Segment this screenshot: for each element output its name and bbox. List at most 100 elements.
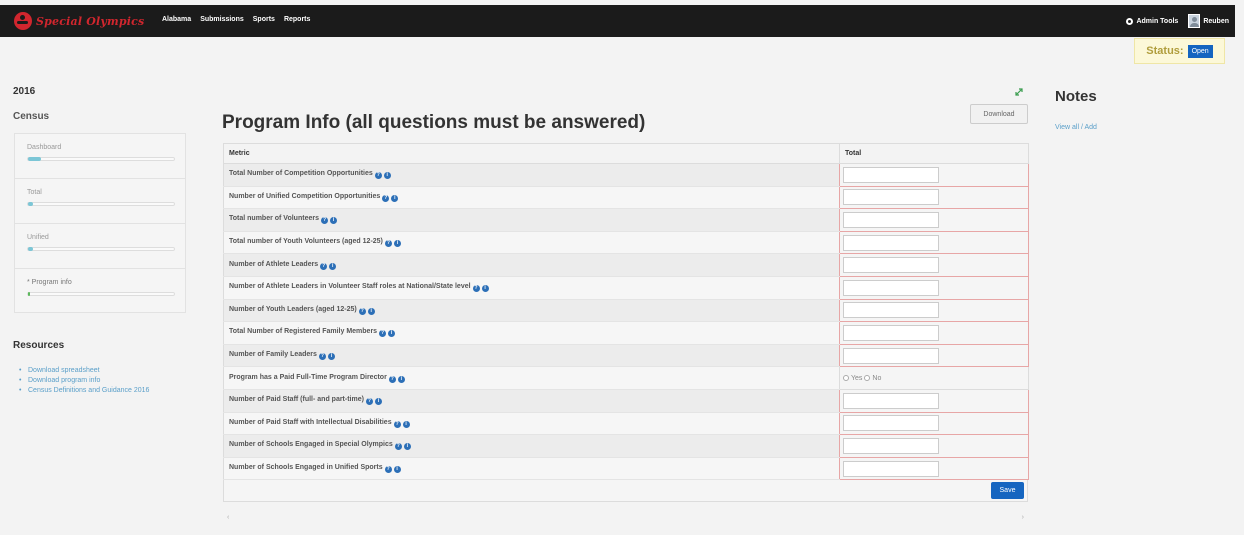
question-help-icon[interactable]: ? xyxy=(374,172,382,180)
census-item-dashboard[interactable]: Dashboard xyxy=(15,134,185,179)
total-input[interactable] xyxy=(843,415,939,432)
total-input[interactable] xyxy=(843,279,939,296)
total-input[interactable] xyxy=(843,437,939,454)
table-row: Number of Paid Staff with Intellectual D… xyxy=(223,411,1029,436)
total-cell xyxy=(839,434,1029,458)
radio-label-yes[interactable]: Yes xyxy=(851,375,862,382)
info-icon[interactable]: i xyxy=(391,194,399,202)
horizontal-scrollbar[interactable]: ‹ › xyxy=(223,514,1028,524)
total-input[interactable] xyxy=(843,347,939,364)
census-nav-panel: Dashboard Total Unified * Program info xyxy=(14,133,186,313)
question-help-icon[interactable]: ? xyxy=(393,420,401,428)
user-name: Reuben xyxy=(1203,17,1229,25)
radio-yes[interactable] xyxy=(843,375,849,382)
question-help-icon[interactable]: ? xyxy=(388,375,396,383)
table-header-row: Metric Total xyxy=(223,143,1029,164)
metric-cell: Number of Unified Competition Opportunit… xyxy=(223,185,840,210)
metric-cell: Total number of Youth Volunteers (aged 1… xyxy=(223,230,840,255)
table-row: Total Number of Registered Family Member… xyxy=(223,321,1029,345)
user-menu[interactable]: Reuben xyxy=(1188,14,1229,28)
nav-link-submissions[interactable]: Submissions xyxy=(200,16,244,23)
question-help-icon[interactable]: ? xyxy=(384,240,392,248)
admin-tools-menu[interactable]: Admin Tools xyxy=(1126,17,1178,25)
census-item-total[interactable]: Total xyxy=(15,179,185,224)
total-input[interactable] xyxy=(843,460,939,477)
total-input[interactable] xyxy=(843,392,939,409)
scroll-left-arrow[interactable]: ‹ xyxy=(227,514,229,521)
nav-link-alabama[interactable]: Alabama xyxy=(162,16,191,23)
metric-label: Number of Youth Leaders (aged 12-25) xyxy=(229,305,357,313)
gear-icon xyxy=(1126,17,1134,25)
table-row: Number of Schools Engaged in Unified Spo… xyxy=(223,456,1029,481)
total-cell xyxy=(839,298,1029,323)
radio-no[interactable] xyxy=(864,375,871,382)
info-icon[interactable]: i xyxy=(329,217,337,225)
info-icon[interactable]: i xyxy=(327,353,335,361)
total-cell xyxy=(839,275,1029,300)
metric-label: Number of Paid Staff with Intellectual D… xyxy=(229,418,392,426)
expand-icon[interactable] xyxy=(1014,87,1024,97)
question-help-icon[interactable]: ? xyxy=(320,217,328,225)
info-icon[interactable]: i xyxy=(402,420,410,428)
total-input[interactable] xyxy=(843,324,939,341)
metric-cell: Number of Paid Staff (full- and part-tim… xyxy=(223,388,840,413)
total-input[interactable] xyxy=(843,257,939,274)
census-item-label: Unified xyxy=(27,234,49,241)
info-icon[interactable]: i xyxy=(403,443,411,451)
metric-cell: Number of Youth Leaders (aged 12-25)? i xyxy=(223,298,840,323)
progress-bar xyxy=(27,292,175,296)
brand-logo-link[interactable]: Special Olympics xyxy=(14,12,144,30)
status-box: Status: Open xyxy=(1134,38,1225,64)
info-icon[interactable]: i xyxy=(393,240,401,248)
metric-label: Program has a Paid Full-Time Program Dir… xyxy=(229,373,387,381)
notes-view-add-link[interactable]: View all / Add xyxy=(1055,124,1097,131)
info-icon[interactable]: i xyxy=(388,330,396,338)
save-button[interactable]: Save xyxy=(991,482,1024,500)
notes-heading: Notes xyxy=(1055,88,1097,105)
census-item-unified[interactable]: Unified xyxy=(15,224,185,269)
total-input[interactable] xyxy=(843,189,939,206)
census-item-program-info[interactable]: * Program info xyxy=(15,269,185,314)
year-heading: 2016 xyxy=(13,86,36,97)
census-item-label: * Program info xyxy=(27,279,72,286)
info-icon[interactable]: i xyxy=(481,285,489,293)
total-input[interactable] xyxy=(843,302,939,319)
info-icon[interactable]: i xyxy=(374,398,382,406)
progress-bar xyxy=(27,157,175,161)
info-icon[interactable]: i xyxy=(393,466,401,474)
total-input[interactable] xyxy=(843,166,939,183)
metric-cell: Number of Schools Engaged in Unified Spo… xyxy=(223,456,840,481)
total-input[interactable] xyxy=(843,234,939,251)
question-help-icon[interactable]: ? xyxy=(384,466,392,474)
download-button[interactable]: Download xyxy=(970,104,1028,124)
radio-label-no[interactable]: No xyxy=(872,375,881,382)
info-icon[interactable]: i xyxy=(397,375,405,383)
metric-cell: Number of Family Leaders? i xyxy=(223,343,840,368)
question-help-icon[interactable]: ? xyxy=(379,330,387,338)
resource-link-program-info[interactable]: Download program info xyxy=(19,376,149,386)
question-help-icon[interactable]: ? xyxy=(365,398,373,406)
metric-label: Number of Paid Staff (full- and part-tim… xyxy=(229,396,364,404)
info-icon[interactable]: i xyxy=(329,262,337,270)
metric-cell: Total Number of Competition Opportunitie… xyxy=(223,163,840,187)
resource-link-definitions[interactable]: Census Definitions and Guidance 2016 xyxy=(19,386,149,396)
question-help-icon[interactable]: ? xyxy=(318,353,326,361)
nav-link-sports[interactable]: Sports xyxy=(253,16,275,23)
scroll-right-arrow[interactable]: › xyxy=(1022,514,1024,521)
info-icon[interactable]: i xyxy=(383,172,391,180)
total-input[interactable] xyxy=(843,211,939,228)
metric-label: Total number of Volunteers xyxy=(229,215,319,223)
question-help-icon[interactable]: ? xyxy=(320,262,328,270)
info-icon[interactable]: i xyxy=(367,307,375,315)
resource-link-spreadsheet[interactable]: Download spreadsheet xyxy=(19,366,149,376)
table-row: Total Number of Competition Opportunitie… xyxy=(223,163,1029,187)
question-help-icon[interactable]: ? xyxy=(358,307,366,315)
nav-link-reports[interactable]: Reports xyxy=(284,16,310,23)
question-help-icon[interactable]: ? xyxy=(472,285,480,293)
top-navbar: Special Olympics Alabama Submissions Spo… xyxy=(0,5,1235,37)
question-help-icon[interactable]: ? xyxy=(382,194,390,202)
question-help-icon[interactable]: ? xyxy=(394,443,402,451)
total-cell xyxy=(839,388,1029,413)
avatar xyxy=(1188,14,1201,28)
table-row: Number of Youth Leaders (aged 12-25)? i xyxy=(223,298,1029,323)
